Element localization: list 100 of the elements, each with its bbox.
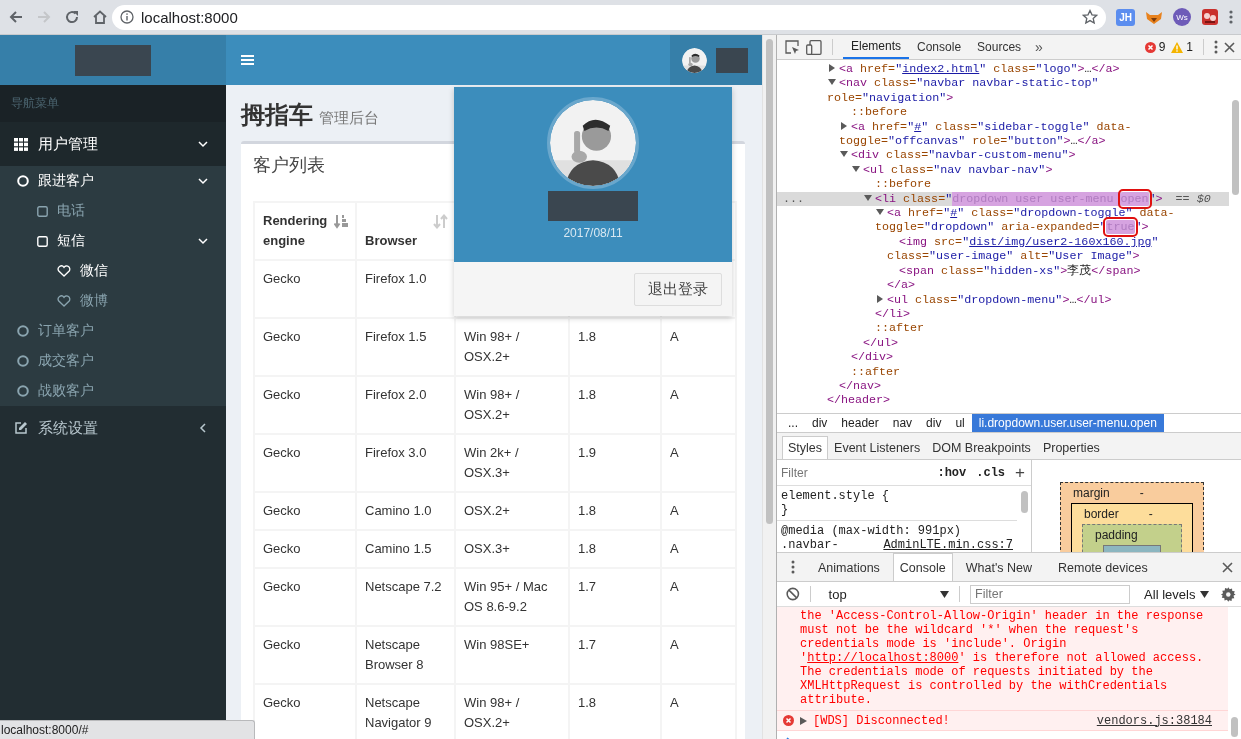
inspect-icon[interactable] [785, 39, 800, 55]
disclosure-triangle-icon[interactable] [876, 294, 884, 303]
dom-node[interactable]: ::after [777, 321, 1229, 336]
breadcrumb[interactable]: ... [781, 414, 805, 432]
breadcrumb[interactable]: li.dropdown.user.user-menu.open [971, 414, 1164, 432]
dom-closing-tag[interactable]: </li> [777, 306, 1229, 322]
column-header[interactable]: Rendering engine [254, 202, 356, 260]
context-select[interactable]: top [820, 586, 950, 602]
sidebar-item[interactable]: 战败客户 [0, 376, 226, 406]
extension-icon[interactable] [1201, 8, 1219, 26]
filter-field[interactable]: Filter [970, 584, 1131, 604]
link[interactable]: # [914, 119, 922, 134]
disclosure-triangle-icon[interactable] [876, 208, 884, 217]
sidebar-item[interactable]: 成交客户 [0, 346, 226, 376]
filter-field[interactable]: Filter [781, 465, 928, 480]
scrollbar[interactable] [1232, 100, 1239, 195]
source-link[interactable]: AdminLTE.min.css:7 [883, 538, 1013, 552]
sidebar-item[interactable]: 短信 [0, 226, 226, 256]
close-icon[interactable] [1224, 41, 1235, 53]
breadcrumb[interactable]: header [834, 414, 886, 432]
pane-tab[interactable]: Event Listeners [828, 436, 927, 459]
address-field[interactable]: localhost:8000 [112, 4, 1107, 30]
sidebar-item[interactable]: 电话 [0, 196, 226, 226]
more-tabs-button[interactable]: » [1035, 39, 1043, 55]
dom-closing-tag[interactable]: </nav> [777, 378, 1229, 394]
chevron-left-icon[interactable] [197, 422, 209, 434]
sort-descending-icon[interactable] [334, 214, 349, 229]
dom-closing-tag[interactable]: </ul> [777, 335, 1229, 351]
sidebar-item[interactable]: 系统设置 [0, 406, 226, 450]
panel-tab[interactable]: Sources [969, 35, 1030, 59]
scrollbar[interactable] [1231, 717, 1238, 737]
disclosure-triangle-icon[interactable] [828, 64, 836, 72]
breadcrumb[interactable]: ul [948, 414, 972, 432]
drawer-tab[interactable]: Console [892, 553, 953, 581]
more-icon[interactable]: ... [783, 191, 805, 207]
dom-node[interactable]: <span class="hidden-xs">李茂</span> [777, 263, 1229, 279]
dom-closing-tag[interactable]: </a> [777, 278, 1229, 293]
settings-icon[interactable] [1221, 586, 1236, 602]
fox-icon[interactable] [1145, 9, 1163, 25]
menu-icon[interactable] [1229, 9, 1233, 25]
panel-tab[interactable]: Elements [843, 35, 910, 59]
dom-node[interactable]: <ul class="nav navbar-nav"> [777, 162, 1229, 178]
dom-closing-tag[interactable]: </header> [777, 393, 1229, 408]
user-menu[interactable] [670, 35, 762, 85]
drawer-tab[interactable]: What's New [952, 553, 1045, 581]
sidebar-item[interactable]: 微信 [0, 256, 226, 286]
dom-node[interactable]: <a href="#" class="sidebar-toggle" data-toggle="offcanvas" role="button">…</a> [777, 119, 1229, 149]
dom-node[interactable]: <img src="dist/img/user2-160x160.jpg" class="user-image" alt="User Image"> [777, 234, 1229, 264]
home-icon[interactable] [92, 9, 108, 25]
info-icon[interactable] [120, 10, 134, 24]
sidebar-item[interactable]: 跟进客户 [0, 166, 226, 196]
dom-node[interactable]: ::before [777, 177, 1229, 192]
sidebar-item[interactable]: 订单客户 [0, 316, 226, 346]
sidebar-item[interactable]: 微博 [0, 286, 226, 316]
sidebar-item[interactable]: 用户管理 [0, 122, 226, 166]
menu-icon[interactable] [1214, 40, 1218, 54]
pane-tab[interactable]: DOM Breakpoints [926, 436, 1037, 459]
menu-icon[interactable] [791, 560, 795, 574]
dom-node[interactable]: <nav class="navbar navbar-static-top" role="navigation"> [777, 76, 1229, 106]
dom-closing-tag[interactable]: </div> [777, 350, 1229, 365]
chevron-down-icon[interactable] [197, 175, 209, 187]
link[interactable]: # [950, 206, 958, 221]
disclosure-triangle-icon[interactable] [864, 193, 872, 202]
breadcrumb[interactable]: nav [885, 414, 920, 432]
dom-node[interactable]: <div class="navbar-custom-menu"> [777, 148, 1229, 163]
expand-triangle-icon[interactable] [800, 716, 807, 725]
disclosure-triangle-icon[interactable] [840, 150, 848, 159]
close-icon[interactable] [1222, 561, 1233, 573]
back-icon[interactable] [8, 9, 24, 25]
panel-tab[interactable]: Console [909, 35, 970, 59]
menu-icon[interactable] [241, 54, 254, 66]
reload-icon[interactable] [64, 9, 80, 25]
breadcrumb[interactable]: div [805, 414, 835, 432]
drawer-tab[interactable]: Remote devices [1045, 553, 1161, 581]
disclosure-triangle-icon[interactable] [840, 121, 848, 130]
dom-node[interactable]: <a href="index2.html" class="logo">…</a> [777, 62, 1229, 77]
pane-tab[interactable]: Styles [782, 436, 829, 459]
logout-button[interactable]: 退出登录 [634, 272, 722, 306]
class-button[interactable]: .cls [976, 465, 1006, 480]
scrollbar[interactable] [1021, 491, 1028, 513]
hover-state-button[interactable]: :hov [937, 465, 967, 480]
add-rule-button[interactable]: + [1015, 462, 1025, 483]
scrollbar[interactable] [762, 35, 776, 739]
drawer-tab[interactable]: Animations [805, 553, 893, 581]
dom-node[interactable]: ::after [777, 364, 1229, 379]
extension-icon[interactable]: Ws [1173, 8, 1191, 26]
chevron-down-icon[interactable] [197, 235, 209, 247]
chevron-down-icon[interactable] [197, 138, 209, 150]
disclosure-triangle-icon[interactable] [828, 78, 836, 87]
link[interactable]: dist/img/user2-160x160.jpg [969, 234, 1152, 249]
pane-tab[interactable]: Properties [1036, 436, 1106, 459]
clear-icon[interactable] [786, 587, 800, 601]
dom-node[interactable]: ::before [777, 105, 1229, 120]
levels-select[interactable]: All levels [1144, 586, 1210, 602]
dom-node[interactable]: <ul class="dropdown-menu">…</ul> [777, 292, 1229, 307]
star-icon[interactable] [1082, 9, 1099, 25]
link[interactable]: index2.html [902, 62, 980, 76]
disclosure-triangle-icon[interactable] [852, 164, 860, 173]
source-link[interactable]: vendors.js:38184 [1096, 713, 1212, 728]
breadcrumb[interactable]: div [919, 414, 949, 432]
